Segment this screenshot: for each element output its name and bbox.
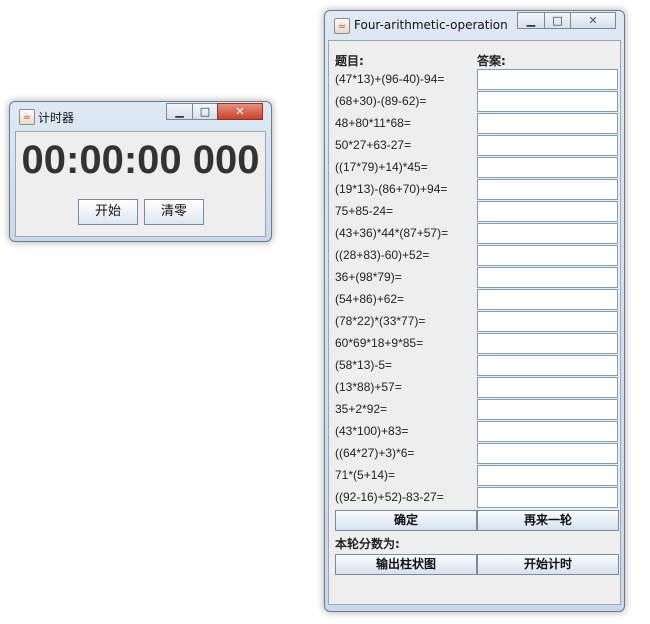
quiz-window: ☕ Four-arithmetic-operation ▁ □ ✕ 题目: 答案… bbox=[324, 10, 625, 612]
question-row: (43*100)+83= bbox=[335, 421, 619, 443]
question-text: (78*22)*(33*77)= bbox=[335, 314, 426, 328]
answer-field[interactable] bbox=[477, 91, 618, 112]
clear-button[interactable]: 清零 bbox=[144, 199, 204, 225]
question-text: 36+(98*79)= bbox=[335, 270, 402, 284]
question-text: ((64*27)+3)*6= bbox=[335, 446, 415, 460]
question-text: (68+30)-(89-62)= bbox=[335, 94, 427, 108]
stopwatch-panel: 00:00:00 000 开始 清零 bbox=[15, 131, 266, 237]
question-text: 75+85-24= bbox=[335, 204, 394, 218]
answer-field[interactable] bbox=[477, 69, 618, 90]
start-timer-button[interactable]: 开始计时 bbox=[477, 554, 619, 575]
question-text: (47*13)+(96-40)-94= bbox=[335, 72, 445, 86]
answer-field[interactable] bbox=[477, 267, 618, 288]
answer-field[interactable] bbox=[477, 179, 618, 200]
maximize-icon[interactable]: □ bbox=[192, 103, 218, 120]
question-row: (58*13)-5= bbox=[335, 355, 619, 377]
question-row: 50*27+63-27= bbox=[335, 135, 619, 157]
question-text: 71*(5+14)= bbox=[335, 468, 396, 482]
question-row: (19*13)-(86+70)+94= bbox=[335, 179, 619, 201]
answer-field[interactable] bbox=[477, 113, 618, 134]
stopwatch-window: ☕ 计时器 ▁ □ ✕ 00:00:00 000 开始 清零 bbox=[9, 101, 272, 242]
close-icon[interactable]: ✕ bbox=[217, 103, 263, 120]
answer-field[interactable] bbox=[477, 421, 618, 442]
answer-field[interactable] bbox=[477, 443, 618, 464]
question-row: ((64*27)+3)*6= bbox=[335, 443, 619, 465]
question-row: 71*(5+14)= bbox=[335, 465, 619, 487]
answer-field[interactable] bbox=[477, 289, 618, 310]
question-row: 48+80*11*68= bbox=[335, 113, 619, 135]
question-text: (19*13)-(86+70)+94= bbox=[335, 182, 448, 196]
answer-field[interactable] bbox=[477, 245, 618, 266]
java-app-icon: ☕ bbox=[334, 18, 350, 34]
start-button[interactable]: 开始 bbox=[78, 199, 138, 225]
question-text: (13*88)+57= bbox=[335, 380, 402, 394]
quiz-panel: 题目: 答案: (47*13)+(96-40)-94= (68+30)-(89-6… bbox=[328, 40, 621, 605]
stopwatch-titlebar[interactable]: ☕ 计时器 ▁ □ ✕ bbox=[10, 102, 271, 128]
answer-field[interactable] bbox=[477, 201, 618, 222]
answer-field[interactable] bbox=[477, 333, 618, 354]
question-row: 35+2*92= bbox=[335, 399, 619, 421]
quiz-title: Four-arithmetic-operation bbox=[354, 18, 508, 32]
maximize-icon[interactable]: □ bbox=[544, 12, 571, 29]
question-text: 35+2*92= bbox=[335, 402, 388, 416]
elapsed-time-display: 00:00:00 000 bbox=[21, 138, 260, 182]
question-row: ((92-16)+52)-83-27= bbox=[335, 487, 619, 509]
quiz-titlebar[interactable]: ☕ Four-arithmetic-operation ▁ □ ✕ bbox=[325, 11, 624, 37]
question-text: (43+36)*44*(87+57)= bbox=[335, 226, 449, 240]
again-button[interactable]: 再来一轮 bbox=[477, 510, 619, 531]
question-row: (43+36)*44*(87+57)= bbox=[335, 223, 619, 245]
answer-field[interactable] bbox=[477, 465, 618, 486]
answer-field[interactable] bbox=[477, 377, 618, 398]
question-row: (47*13)+(96-40)-94= bbox=[335, 69, 619, 91]
java-app-icon: ☕ bbox=[19, 109, 35, 125]
answer-header: 答案: bbox=[477, 54, 506, 68]
answer-field[interactable] bbox=[477, 487, 618, 508]
question-text: (54+86)+62= bbox=[335, 292, 405, 306]
close-icon[interactable]: ✕ bbox=[570, 12, 616, 29]
question-text: ((17*79)+14)*45= bbox=[335, 160, 428, 174]
stopwatch-title: 计时器 bbox=[38, 111, 75, 125]
question-text: 48+80*11*68= bbox=[335, 116, 411, 130]
question-row: (54+86)+62= bbox=[335, 289, 619, 311]
question-text: (43*100)+83= bbox=[335, 424, 409, 438]
bar-chart-button[interactable]: 输出柱状图 bbox=[335, 554, 477, 575]
score-label: 本轮分数为: bbox=[335, 537, 400, 551]
answer-field[interactable] bbox=[477, 355, 618, 376]
question-header: 题目: bbox=[335, 54, 364, 68]
answer-field[interactable] bbox=[477, 157, 618, 178]
question-row: 36+(98*79)= bbox=[335, 267, 619, 289]
answer-field[interactable] bbox=[477, 135, 618, 156]
minimize-icon[interactable]: ▁ bbox=[517, 12, 545, 29]
question-row: (68+30)-(89-62)= bbox=[335, 91, 619, 113]
question-text: ((92-16)+52)-83-27= bbox=[335, 490, 444, 504]
confirm-button[interactable]: 确定 bbox=[335, 510, 477, 531]
question-row: (13*88)+57= bbox=[335, 377, 619, 399]
question-row: ((28+83)-60)+52= bbox=[335, 245, 619, 267]
answer-field[interactable] bbox=[477, 399, 618, 420]
minimize-icon[interactable]: ▁ bbox=[166, 103, 193, 120]
question-row: (78*22)*(33*77)= bbox=[335, 311, 619, 333]
question-row: 60*69*18+9*85= bbox=[335, 333, 619, 355]
question-text: 50*27+63-27= bbox=[335, 138, 412, 152]
question-row: ((17*79)+14)*45= bbox=[335, 157, 619, 179]
question-text: ((28+83)-60)+52= bbox=[335, 248, 430, 262]
answer-field[interactable] bbox=[477, 311, 618, 332]
question-text: (58*13)-5= bbox=[335, 358, 393, 372]
question-text: 60*69*18+9*85= bbox=[335, 336, 424, 350]
answer-field[interactable] bbox=[477, 223, 618, 244]
question-row: 75+85-24= bbox=[335, 201, 619, 223]
